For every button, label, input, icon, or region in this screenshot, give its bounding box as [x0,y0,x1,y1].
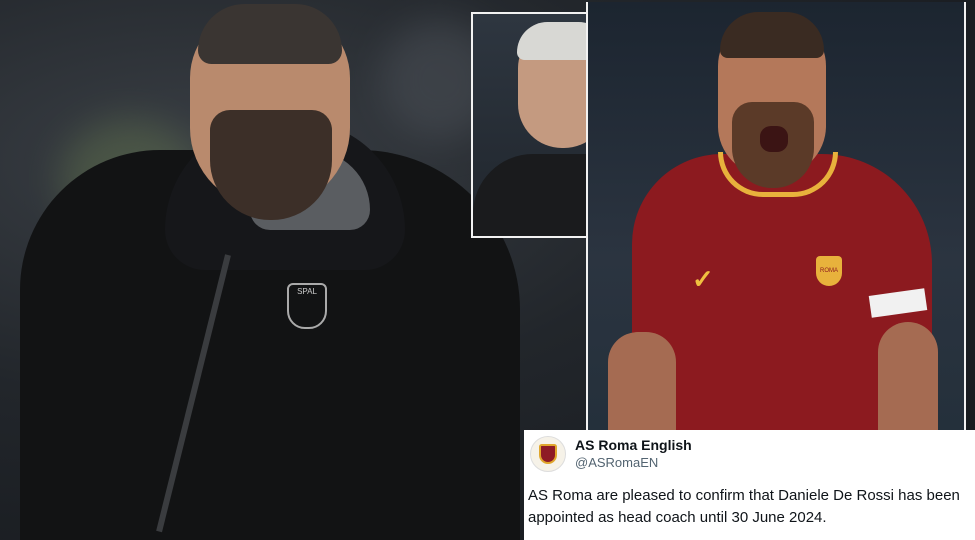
as-roma-crest-icon[interactable] [530,436,566,472]
coach-hair [198,4,342,64]
player-hair [720,12,824,58]
tweet-handle[interactable]: @ASRomaEN [575,455,658,470]
tweet-card[interactable]: AS Roma English @ASRomaEN AS Roma are pl… [524,430,975,540]
tweet-text-line-2: appointed as head coach until 30 June 20… [528,509,827,526]
swoosh-icon: ✓ [692,264,714,294]
shouting-mouth [760,126,788,152]
spal-badge-logo: SPAL [287,283,327,329]
tattooed-arm [878,322,938,430]
crest-shape [539,444,557,464]
tweet-text: AS Roma are pleased to confirm that Dani… [528,485,975,529]
tweet-account-name[interactable]: AS Roma English [575,437,692,453]
tattooed-arm [608,332,676,430]
right-photo-player-in-red-kit: ✓ ROMA [586,2,966,432]
tweet-text-line-1: AS Roma are pleased to confirm that Dani… [528,487,960,504]
roma-crest-logo: ROMA [816,256,842,286]
